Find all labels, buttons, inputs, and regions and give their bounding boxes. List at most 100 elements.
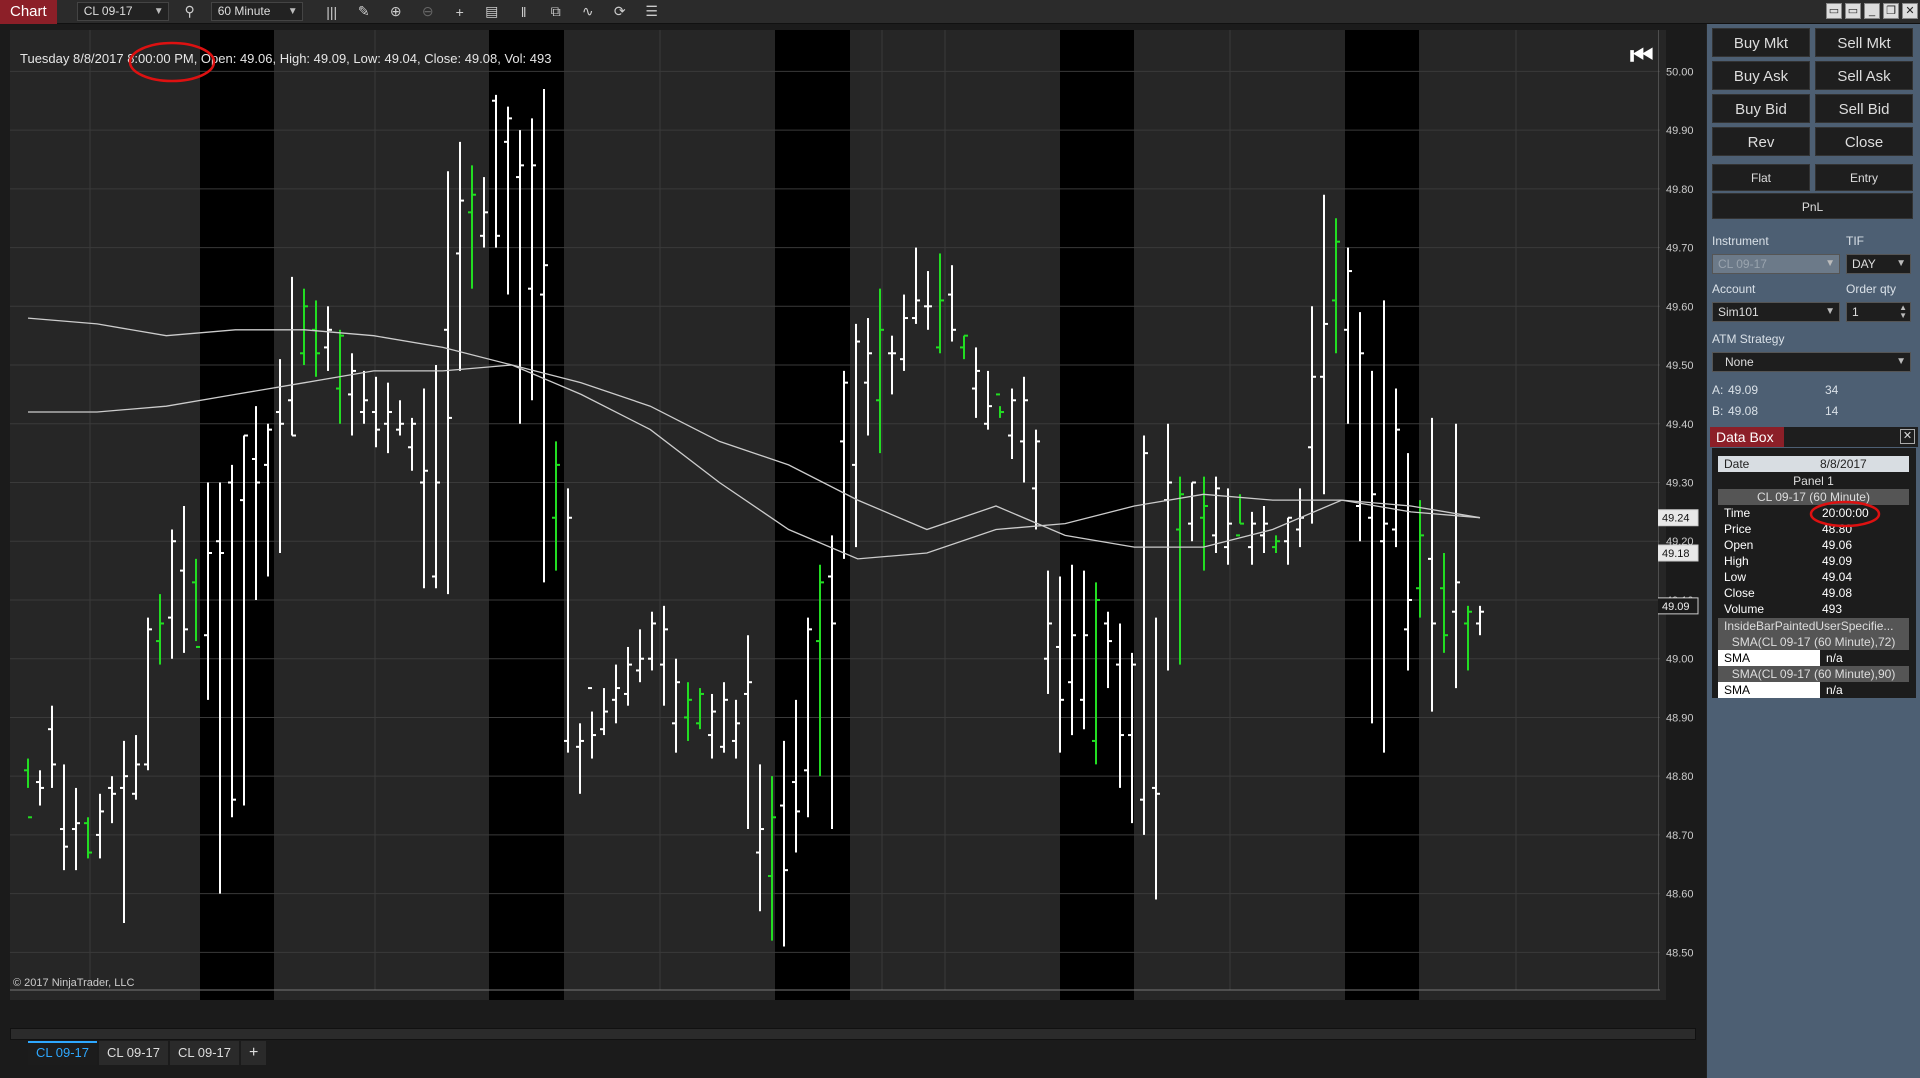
sma-90-value: n/a: [1826, 683, 1843, 697]
price-axis-label: 48.80: [1666, 771, 1694, 783]
price-axis-label: 49.90: [1666, 125, 1694, 137]
row-value: 49.08: [1822, 586, 1853, 600]
instrument-label: CL 09-17: [83, 4, 133, 18]
account-field-label: Account: [1712, 282, 1756, 296]
data-box-row: Open 49.06: [1718, 537, 1909, 553]
tif-select[interactable]: DAY ▼: [1846, 254, 1911, 274]
row-value: 49.09: [1822, 554, 1853, 568]
account-select[interactable]: Sim101 ▼: [1712, 302, 1840, 322]
highlight-circle: [1809, 500, 1881, 528]
price-chart[interactable]: Aug 2Aug 3Aug 4Aug 6Aug 7Aug 8Aug 9: [10, 30, 1666, 1000]
instrument-field: CL 09-17 ▼: [1712, 254, 1840, 274]
row-key: Time: [1724, 506, 1751, 520]
scroll-to-end-icon[interactable]: ⏮: [1630, 40, 1653, 72]
restore-icon[interactable]: ❐: [1883, 3, 1899, 19]
spinner-icon[interactable]: ▲ ▼: [1899, 304, 1907, 320]
buy-market-button[interactable]: Buy Mkt: [1712, 28, 1810, 57]
data-box-row: Low 49.04: [1718, 569, 1909, 585]
pnl-button[interactable]: PnL: [1712, 193, 1913, 219]
price-axis-label: 49.80: [1666, 184, 1694, 196]
highlight-circle: [128, 41, 216, 83]
close-icon[interactable]: ✕: [1900, 429, 1915, 444]
flat-button[interactable]: Flat: [1712, 164, 1810, 191]
buy-ask-button[interactable]: Buy Ask: [1712, 61, 1810, 90]
instrument-selector[interactable]: CL 09-17 ▼: [76, 2, 169, 21]
session-shade: [775, 30, 850, 1000]
sell-ask-button[interactable]: Sell Ask: [1815, 61, 1913, 90]
chevron-down-icon: ▼: [1825, 306, 1835, 317]
tile-alt-icon[interactable]: ▭: [1845, 3, 1861, 19]
sma-90-row: SMA n/a: [1718, 682, 1909, 698]
price-axis-label: 49.40: [1666, 419, 1694, 431]
date-value: 8/8/2017: [1820, 457, 1867, 471]
row-key: Volume: [1724, 602, 1765, 616]
order-qty-label: Order qty: [1846, 282, 1897, 296]
interval-selector[interactable]: 60 Minute ▼: [210, 2, 303, 21]
strategy-icon[interactable]: ⧉: [545, 1, 567, 23]
copyright-notice: © 2017 NinjaTrader, LLC: [13, 977, 135, 989]
chevron-down-icon: ▼: [1896, 356, 1906, 367]
chevron-down-icon: ▼: [1896, 258, 1906, 269]
tab-cl-09-17-1[interactable]: CL 09-17: [28, 1041, 97, 1065]
close-position-button[interactable]: Close: [1815, 127, 1913, 156]
row-key: Close: [1724, 586, 1755, 600]
list-icon[interactable]: ☰: [641, 1, 663, 23]
sma-90-key: SMA: [1718, 682, 1820, 698]
atm-strategy-select[interactable]: None ▼: [1712, 352, 1911, 372]
search-icon[interactable]: ⚲: [179, 1, 201, 23]
chevron-down-icon: ▼: [287, 6, 298, 17]
zoom-in-icon[interactable]: ⊕: [385, 1, 407, 23]
bar-info-line: Tuesday 8/8/2017 8:00:00 PM, Open: 49.06…: [20, 51, 552, 66]
chart-window-tab[interactable]: Chart: [0, 0, 57, 24]
tab-cl-09-17-3[interactable]: CL 09-17: [170, 1041, 239, 1065]
session-shade: [200, 30, 274, 1000]
reload-icon[interactable]: ⟳: [609, 1, 631, 23]
close-icon[interactable]: ✕: [1902, 3, 1918, 19]
data-box-date-row: Date 8/8/2017: [1718, 456, 1909, 472]
sell-market-button[interactable]: Sell Mkt: [1815, 28, 1913, 57]
tile-icon[interactable]: ▭: [1826, 3, 1842, 19]
interval-label: 60 Minute: [217, 4, 271, 18]
bid-size: 14: [1825, 404, 1839, 418]
price-marker-label: 49.24: [1662, 513, 1690, 525]
sma-72-row: SMA n/a: [1718, 650, 1909, 666]
row-key: High: [1724, 554, 1749, 568]
entry-button[interactable]: Entry: [1815, 164, 1913, 191]
add-tab-button[interactable]: +: [241, 1041, 267, 1065]
bid-price: 49.08: [1728, 404, 1759, 418]
buy-bid-button[interactable]: Buy Bid: [1712, 94, 1810, 123]
sma-72-key: SMA: [1718, 650, 1820, 666]
ask-price: 49.09: [1728, 383, 1759, 397]
price-axis[interactable]: 50.00 49.90 49.80 49.70 49.60 49.50 49.40 49.30…: [1658, 30, 1706, 1000]
reverse-button[interactable]: Rev: [1712, 127, 1810, 156]
tab-cl-09-17-2[interactable]: CL 09-17: [99, 1041, 168, 1065]
order-qty-input[interactable]: 1 ▲ ▼: [1846, 302, 1911, 322]
row-value: 49.06: [1822, 538, 1853, 552]
session-shade: [489, 30, 564, 1000]
properties-icon[interactable]: ▤: [481, 1, 503, 23]
window-controls: ▭ ▭ _ ❐ ✕: [1826, 3, 1918, 19]
sell-bid-button[interactable]: Sell Bid: [1815, 94, 1913, 123]
data-box-panel: Panel 1: [1793, 474, 1834, 488]
price-axis-label: 48.70: [1666, 830, 1694, 842]
indicator-icon[interactable]: ∿: [577, 1, 599, 23]
atm-strategy-label: ATM Strategy: [1712, 332, 1785, 346]
data-box-title[interactable]: Data Box: [1710, 427, 1784, 447]
indicator-sma-90: SMA(CL 09-17 (60 Minute),90): [1718, 666, 1909, 682]
zoom-out-icon[interactable]: ⊖: [417, 1, 439, 23]
horizontal-scrollbar[interactable]: [10, 1028, 1696, 1040]
ask-size: 34: [1825, 383, 1839, 397]
columns-icon[interactable]: ‖: [513, 1, 535, 23]
minimize-icon[interactable]: _: [1864, 3, 1880, 19]
data-box-header: Data Box ✕: [1710, 427, 1918, 447]
bar-type-icon[interactable]: |||: [321, 1, 343, 23]
crosshair-icon[interactable]: +: [449, 1, 471, 23]
row-key: Open: [1724, 538, 1754, 552]
row-key: Low: [1724, 570, 1747, 584]
bottom-tab-bar: CL 09-17 CL 09-17 CL 09-17 +: [28, 1041, 267, 1065]
price-axis-label: 48.50: [1666, 947, 1694, 959]
price-axis-label: 49.60: [1666, 301, 1694, 313]
price-axis-label: 48.60: [1666, 889, 1694, 901]
date-key: Date: [1724, 457, 1750, 471]
pencil-icon[interactable]: ✎: [353, 1, 375, 23]
